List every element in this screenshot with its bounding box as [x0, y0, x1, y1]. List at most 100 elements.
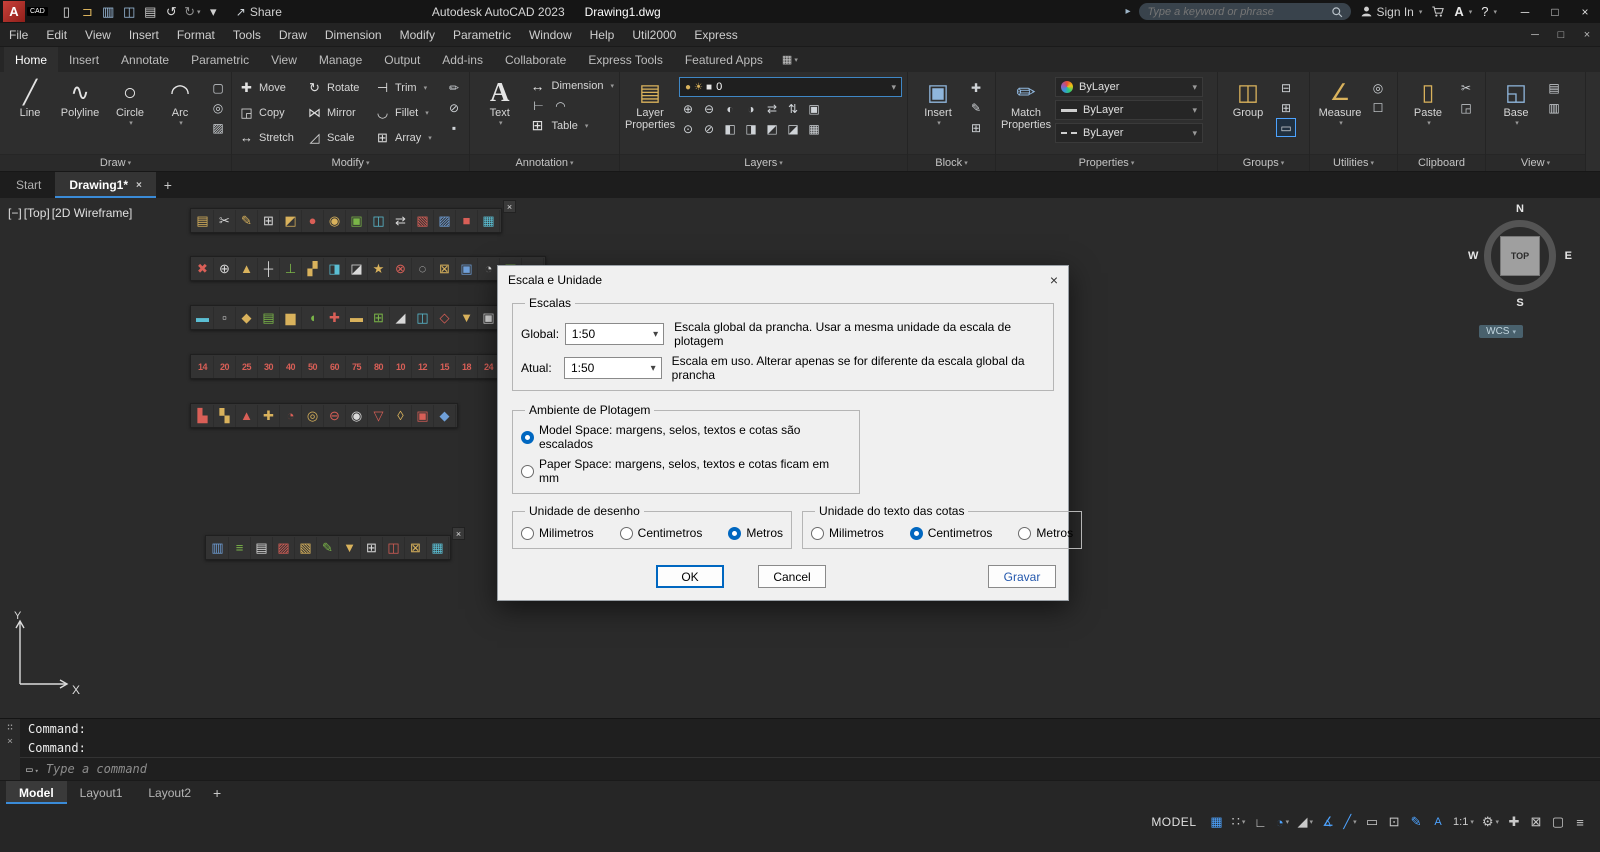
menu-item[interactable]: Parametric: [444, 28, 520, 42]
new-layout-button[interactable]: +: [204, 781, 230, 804]
drawing-unit-radio-option[interactable]: Centimetros: [619, 526, 702, 540]
new-drawing-tab-button[interactable]: +: [156, 172, 180, 198]
toolbar-icon[interactable]: ◖: [302, 306, 324, 329]
toolbar-icon[interactable]: ◉: [324, 209, 346, 232]
draw-tool-button[interactable]: ○ Circle: [105, 75, 155, 154]
toolbar-icon[interactable]: ▤: [258, 306, 280, 329]
toolbar-icon[interactable]: ⊕: [214, 257, 236, 280]
ribbon-tab[interactable]: Home: [4, 47, 59, 72]
block-small-tool-icon[interactable]: ⊞: [967, 119, 985, 136]
menu-item[interactable]: Util2000: [623, 28, 685, 42]
minimize-button[interactable]: ─: [1510, 0, 1540, 23]
selection-cycling-icon[interactable]: ✎: [1406, 810, 1426, 834]
ribbon-tab[interactable]: Parametric: [180, 47, 260, 72]
ribbon-tab[interactable]: Express Tools: [577, 47, 673, 72]
view-cube-top-face[interactable]: TOP: [1500, 236, 1540, 276]
text-tool-button[interactable]: A Text: [475, 75, 525, 154]
doc-close-button[interactable]: ×: [1574, 23, 1600, 47]
viewport-minimize-control[interactable]: [−]: [8, 206, 22, 220]
draw-tool-button[interactable]: ∿ Polyline: [55, 75, 105, 154]
search-collapse-icon[interactable]: ▸: [1125, 6, 1130, 17]
transparency-icon[interactable]: ⊡: [1384, 810, 1404, 834]
help-button[interactable]: ?: [1481, 4, 1497, 19]
draw-tool-button[interactable]: ◠ Arc: [155, 75, 205, 154]
toolbar-icon[interactable]: ◨: [324, 257, 346, 280]
toolbar-icon[interactable]: ▤: [251, 536, 273, 559]
wcs-dropdown[interactable]: WCS: [1479, 325, 1523, 338]
toolbar-icon[interactable]: ┼: [258, 257, 280, 280]
modify-tool-button[interactable]: ⋈ Mirror: [305, 105, 373, 121]
group-button[interactable]: ◫ Group: [1223, 75, 1273, 154]
modify-panel-footer[interactable]: Modify: [232, 154, 469, 171]
block-small-tool-icon[interactable]: ✚: [967, 79, 985, 96]
toolbar-icon[interactable]: ▫: [214, 306, 236, 329]
menu-item[interactable]: Help: [581, 28, 624, 42]
block-panel-footer[interactable]: Block: [908, 154, 995, 171]
toolbar-icon[interactable]: ▞: [302, 257, 324, 280]
toolbar-icon[interactable]: ▲: [236, 404, 258, 427]
menu-item[interactable]: Tools: [224, 28, 270, 42]
group-small-tool-icon[interactable]: ⊞: [1277, 99, 1295, 116]
toolbar-icon[interactable]: ◩: [280, 209, 302, 232]
object-color-dropdown[interactable]: ByLayer: [1055, 77, 1203, 97]
layout-tab[interactable]: Layout1: [67, 781, 136, 804]
ribbon-display-toggle-icon[interactable]: ▦: [782, 47, 798, 72]
modify-tool-button[interactable]: ↻ Rotate: [305, 80, 373, 96]
object-snap-tracking-icon[interactable]: ∡: [1318, 810, 1338, 834]
toolbar-icon[interactable]: ⊞: [258, 209, 280, 232]
base-view-button[interactable]: ◱ Base: [1491, 75, 1541, 154]
plus-icon[interactable]: ✚: [1504, 810, 1524, 834]
ribbon-tab[interactable]: Collaborate: [494, 47, 577, 72]
layer-tool-icon[interactable]: ◨: [742, 120, 760, 137]
command-gutter-icon[interactable]: ∷: [7, 722, 13, 733]
view-panel-footer[interactable]: View: [1486, 154, 1585, 171]
toolbar-icon[interactable]: ◪: [346, 257, 368, 280]
layer-tool-icon[interactable]: ⊙: [679, 120, 697, 137]
toolbar-icon[interactable]: ⊠: [434, 257, 456, 280]
modify-tool-button[interactable]: ◿ Scale: [305, 130, 373, 146]
layer-properties-button[interactable]: ▤ Layer Properties: [625, 75, 675, 154]
ribbon-tab[interactable]: Annotate: [110, 47, 180, 72]
ribbon-tab[interactable]: Add-ins: [431, 47, 494, 72]
toolbar-icon[interactable]: ◊: [390, 404, 412, 427]
command-gutter-icon[interactable]: ×: [7, 736, 13, 747]
workspace-gear-icon[interactable]: ⚙: [1479, 810, 1502, 834]
layer-tool-icon[interactable]: ◩: [763, 120, 781, 137]
polar-tracking-icon[interactable]: ◔: [1273, 810, 1293, 834]
redo-icon[interactable]: ↻: [182, 1, 203, 23]
toolbar-icon[interactable]: ✂: [214, 209, 236, 232]
menu-item[interactable]: Format: [168, 28, 224, 42]
block-small-tool-icon[interactable]: ✎: [967, 99, 985, 116]
toolbar-icon[interactable]: ■: [456, 209, 478, 232]
toolbar-icon[interactable]: ◌: [412, 257, 434, 280]
qat-customize-icon[interactable]: ▾: [203, 1, 224, 23]
ribbon-tab[interactable]: View: [260, 47, 308, 72]
ribbon-tab[interactable]: Insert: [58, 47, 110, 72]
annotation-monitor-icon[interactable]: A: [1428, 810, 1448, 834]
isodraft-icon[interactable]: ◢: [1295, 810, 1317, 834]
save-as-icon[interactable]: ◫: [119, 1, 140, 23]
open-file-icon[interactable]: ⊐: [77, 1, 98, 23]
clean-screen-icon[interactable]: ▢: [1548, 810, 1568, 834]
toolbar-icon[interactable]: ▼: [456, 306, 478, 329]
draw-small-tool-icon[interactable]: ▢: [209, 79, 227, 96]
ribbon-tab[interactable]: Featured Apps: [674, 47, 774, 72]
toolbar-icon[interactable]: ⊖: [324, 404, 346, 427]
toolbar-icon[interactable]: ⊞: [368, 306, 390, 329]
view-cube[interactable]: TOP N S W E: [1468, 203, 1572, 309]
toolbar-close-icon[interactable]: ×: [503, 200, 516, 213]
toolbar-icon[interactable]: ▦: [478, 209, 500, 232]
global-scale-select[interactable]: 1:50: [564, 323, 665, 345]
modify-tool-button[interactable]: ⊣ Trim: [373, 80, 441, 96]
toolbar-icon[interactable]: ◉: [346, 404, 368, 427]
menu-item[interactable]: View: [76, 28, 120, 42]
toolbar-icon[interactable]: 18: [456, 355, 478, 378]
toolbar-icon[interactable]: ✚: [324, 306, 346, 329]
model-space-indicator[interactable]: MODEL: [1151, 815, 1196, 829]
toolbar-icon[interactable]: 14: [192, 355, 214, 378]
toolbar-icon[interactable]: ▣: [346, 209, 368, 232]
draw-small-tool-icon[interactable]: ▨: [209, 119, 227, 136]
dim-text-unit-radio-option[interactable]: Centimetros: [909, 526, 992, 540]
file-tab-start[interactable]: Start: [2, 172, 55, 198]
toolbar-icon[interactable]: ⊠: [405, 536, 427, 559]
